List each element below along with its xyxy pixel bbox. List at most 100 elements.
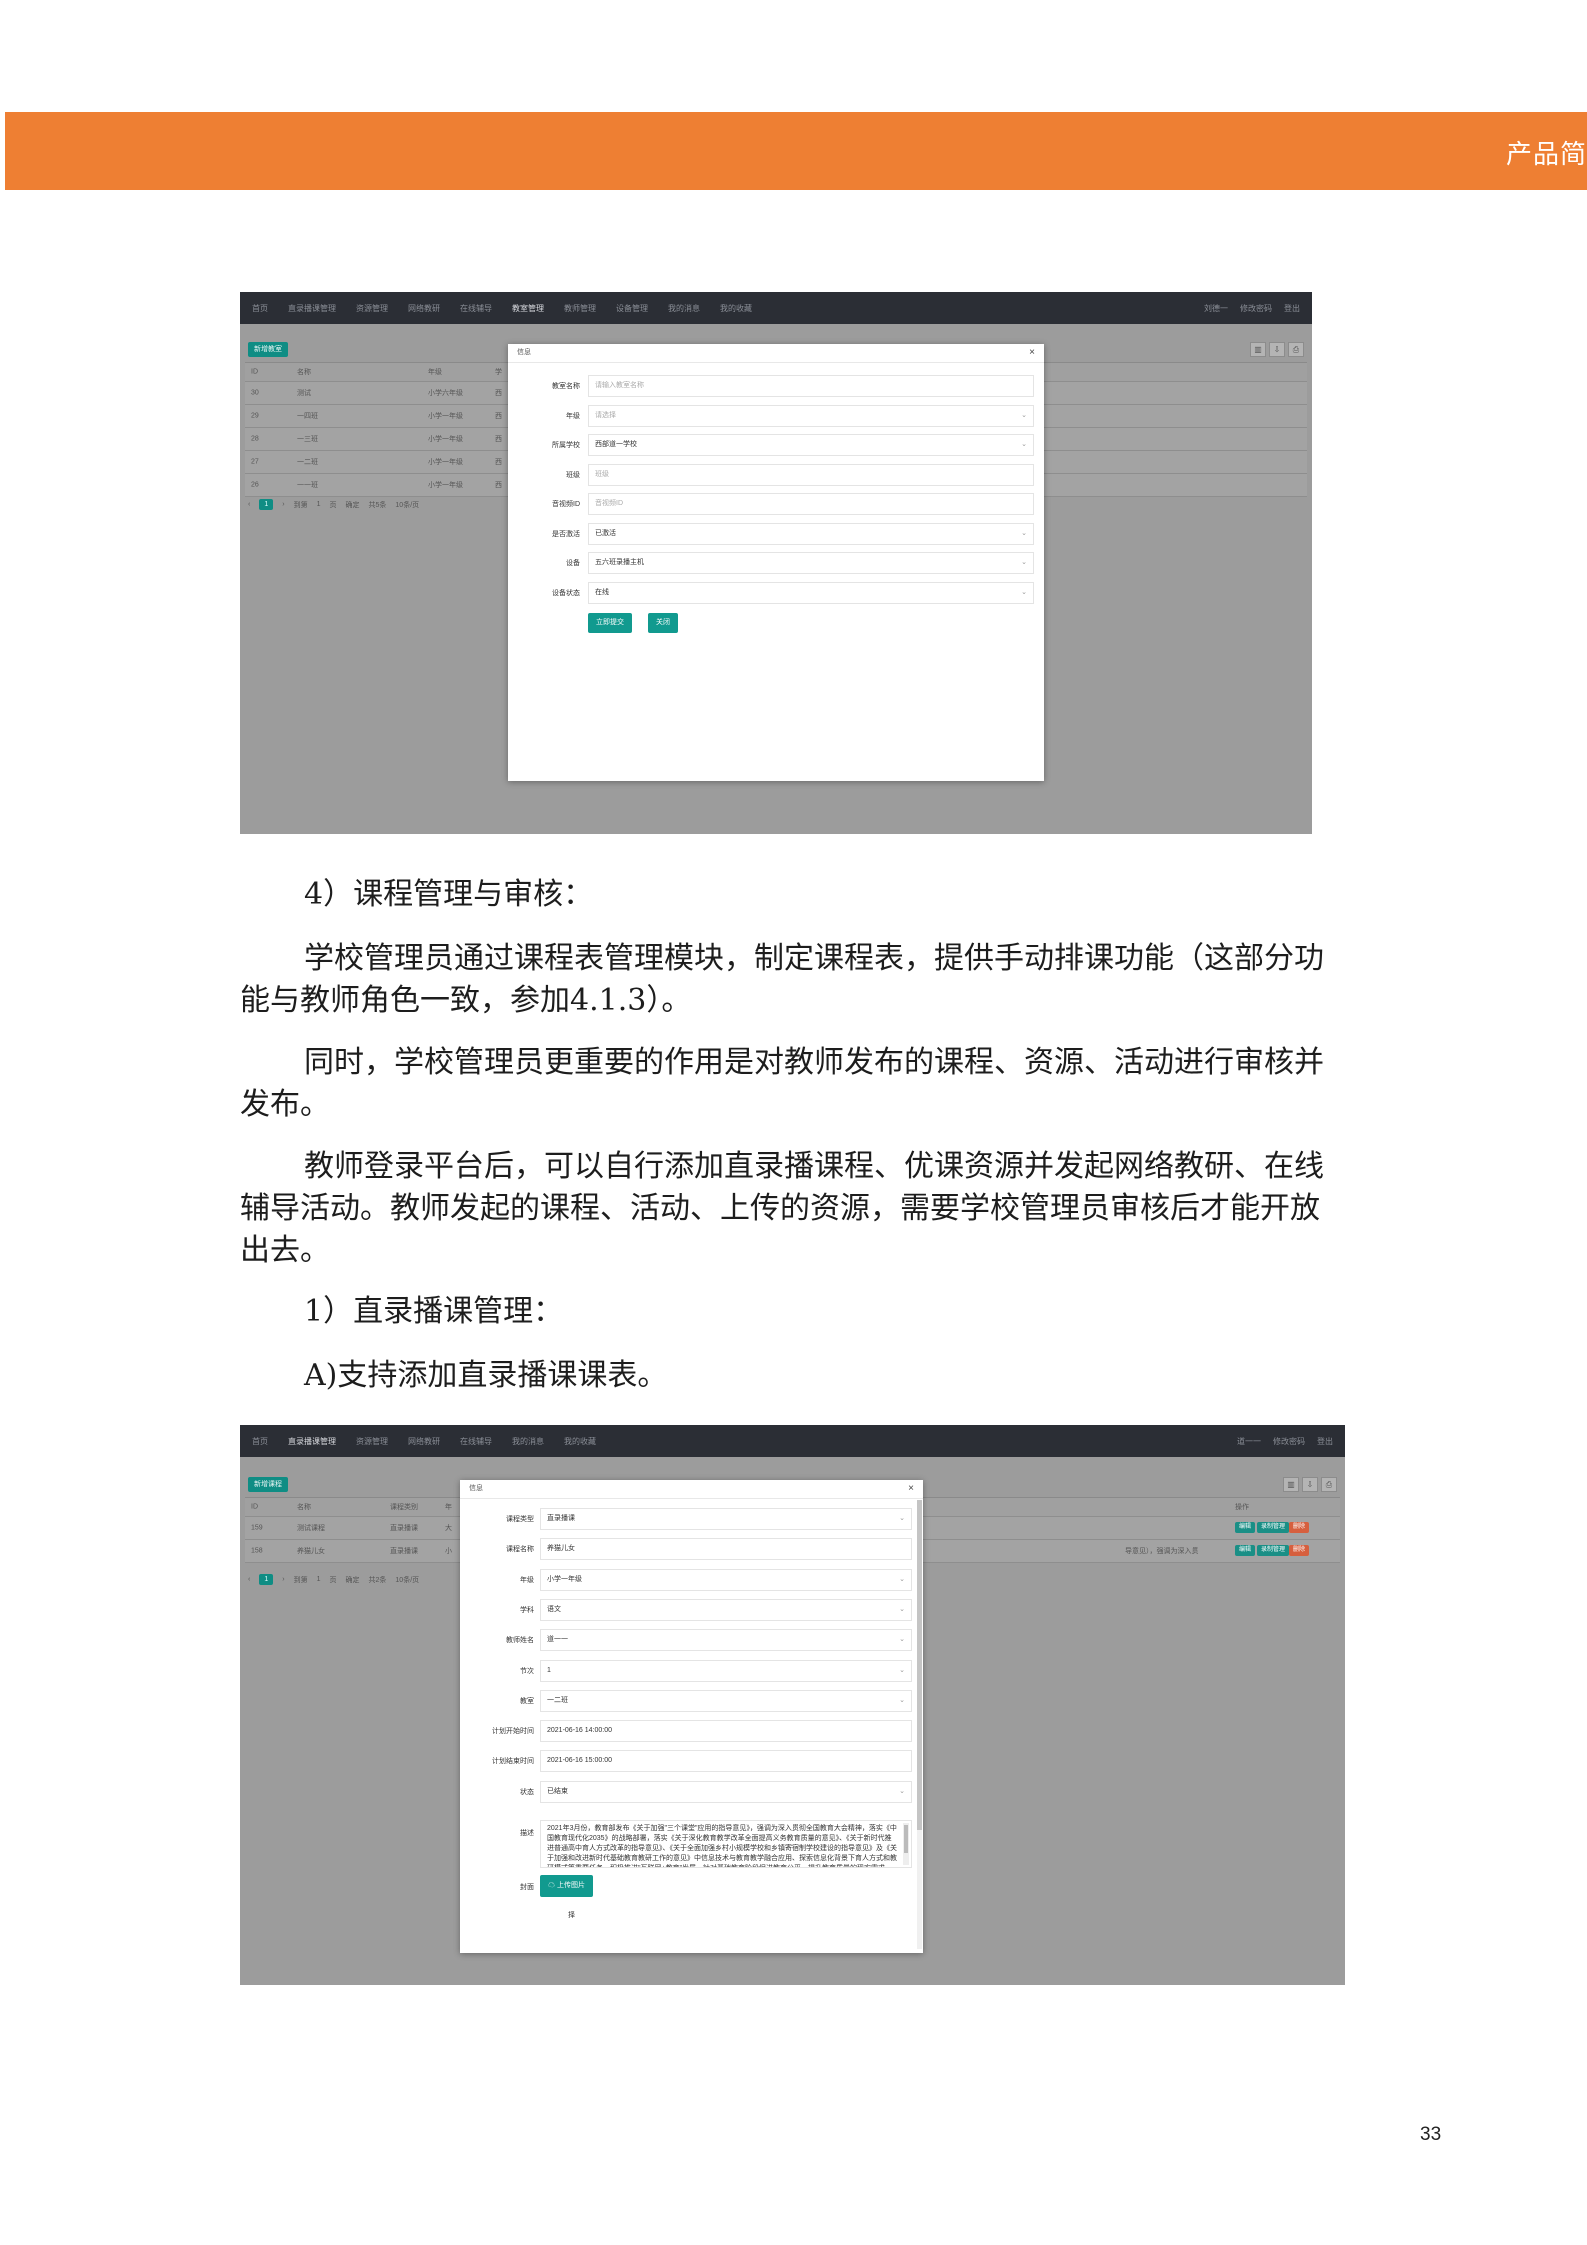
cell-id: 159 bbox=[251, 1524, 263, 1532]
record-manage-button[interactable]: 录制管理 bbox=[1257, 1522, 1290, 1533]
cell-grade: 小学一年级 bbox=[428, 482, 463, 489]
column-header[interactable]: 名称 bbox=[297, 1502, 311, 1512]
delete-button[interactable]: 删除 bbox=[1289, 1522, 1310, 1533]
form-input[interactable]: 音视频ID bbox=[588, 493, 1034, 515]
form-select[interactable]: 请选择 ⌄ bbox=[588, 404, 1034, 427]
form-select[interactable]: 已激活 ⌄ bbox=[588, 522, 1034, 545]
column-header[interactable]: ID bbox=[251, 369, 258, 376]
field-value: 已激活 bbox=[595, 529, 616, 537]
change-password-link[interactable]: 修改密码 bbox=[1273, 1436, 1305, 1447]
export-icon[interactable]: ⇩ bbox=[1269, 342, 1285, 357]
nav-item[interactable]: 我的收藏 bbox=[564, 1436, 596, 1447]
logout-link[interactable]: 登出 bbox=[1317, 1436, 1333, 1447]
prev-page-icon[interactable]: ‹ bbox=[248, 501, 250, 508]
goto-confirm-button[interactable]: 确定 bbox=[346, 1575, 360, 1585]
pagination: ‹ 1 › 到第 1 页 确定 共2条 10条/页 bbox=[248, 1574, 428, 1585]
truncated-field-label: 择 bbox=[568, 1912, 575, 1919]
nav-item[interactable]: 我的消息 bbox=[512, 1436, 544, 1447]
nav-item[interactable]: 资源管理 bbox=[356, 1436, 388, 1447]
upload-label: 上传图片 bbox=[556, 1882, 585, 1889]
edit-button[interactable]: 编辑 bbox=[1235, 1522, 1256, 1533]
column-header[interactable]: 名称 bbox=[297, 367, 311, 377]
form-input[interactable]: 养猫儿女 bbox=[540, 1538, 912, 1561]
print-icon[interactable]: ⎙ bbox=[1288, 342, 1304, 357]
page-current[interactable]: 1 bbox=[259, 1574, 274, 1585]
form-select[interactable]: 一二班 ⌄ bbox=[540, 1689, 912, 1712]
close-button[interactable]: 关闭 bbox=[648, 613, 678, 633]
field-value: 道一一 bbox=[547, 1636, 568, 1644]
add-course-button[interactable]: 新增课程 bbox=[248, 1477, 288, 1492]
form-select[interactable]: 道一一 ⌄ bbox=[540, 1629, 912, 1652]
column-header[interactable]: ID bbox=[251, 1504, 258, 1511]
nav-item[interactable]: 在线辅导 bbox=[460, 303, 492, 314]
cell-id: 28 bbox=[251, 435, 259, 443]
columns-icon[interactable]: ▥ bbox=[1250, 342, 1266, 357]
page-number: 33 bbox=[1420, 2124, 1442, 2145]
form-input[interactable]: 2021-06-16 14:00:00 bbox=[540, 1720, 912, 1743]
submit-button[interactable]: 立即提交 bbox=[588, 613, 632, 633]
form-select[interactable]: 西部道一学校 ⌄ bbox=[588, 434, 1034, 456]
nav-item[interactable]: 首页 bbox=[252, 1436, 268, 1447]
upload-image-button[interactable]: ☁ 上传图片 bbox=[540, 1875, 593, 1897]
page-size-select[interactable]: 10条/页 bbox=[395, 1575, 419, 1585]
goto-confirm-button[interactable]: 确定 bbox=[346, 500, 360, 510]
field-value: 请输入教室名称 bbox=[595, 382, 644, 389]
close-icon[interactable]: × bbox=[1029, 344, 1035, 362]
logout-link[interactable]: 登出 bbox=[1284, 303, 1300, 314]
nav-item[interactable]: 直录播课管理 bbox=[288, 303, 336, 314]
column-header[interactable]: 年级 bbox=[428, 367, 442, 377]
print-icon[interactable]: ⎙ bbox=[1321, 1477, 1337, 1492]
form-select[interactable]: 在线 ⌄ bbox=[588, 581, 1034, 604]
description-textarea[interactable]: 2021年3月份，教育部发布《关于加强"三个课堂"应用的指导意见》，强调为深入贯… bbox=[540, 1820, 912, 1868]
nav-item[interactable]: 首页 bbox=[252, 303, 268, 314]
page-unit: 页 bbox=[329, 1576, 337, 1584]
nav-item[interactable]: 在线辅导 bbox=[460, 1436, 492, 1447]
record-manage-button[interactable]: 录制管理 bbox=[1257, 1545, 1290, 1556]
edit-button[interactable]: 编辑 bbox=[1235, 1545, 1256, 1556]
cell-grade: 小学六年级 bbox=[428, 390, 463, 397]
form-label: 音视频ID bbox=[552, 501, 580, 508]
nav-item[interactable]: 我的消息 bbox=[668, 303, 700, 314]
field-value: 在线 bbox=[595, 588, 609, 596]
next-page-icon[interactable]: › bbox=[282, 501, 284, 508]
change-password-link[interactable]: 修改密码 bbox=[1240, 303, 1272, 314]
form-input[interactable]: 2021-06-16 15:00:00 bbox=[540, 1750, 912, 1773]
nav-item-active[interactable]: 直录播课管理 bbox=[288, 1436, 336, 1447]
cell-grade: 小学一年级 bbox=[428, 436, 463, 443]
form-select[interactable]: 五六班录播主机 ⌄ bbox=[588, 552, 1034, 574]
user-name[interactable]: 道一一 bbox=[1237, 1436, 1261, 1447]
textarea-scrollbar[interactable] bbox=[903, 1823, 909, 1865]
next-page-icon[interactable]: › bbox=[282, 1576, 284, 1583]
form-input[interactable]: 班级 bbox=[588, 463, 1034, 486]
delete-button[interactable]: 删除 bbox=[1289, 1545, 1310, 1556]
chevron-down-icon: ⌄ bbox=[1021, 441, 1027, 448]
form-select[interactable]: 已结束 ⌄ bbox=[540, 1780, 912, 1803]
form-input[interactable]: 请输入教室名称 bbox=[588, 375, 1034, 397]
nav-item[interactable]: 资源管理 bbox=[356, 303, 388, 314]
columns-icon[interactable]: ▥ bbox=[1283, 1477, 1299, 1492]
goto-input[interactable]: 1 bbox=[317, 501, 321, 508]
column-header[interactable]: 课程类别 bbox=[390, 1502, 418, 1512]
form-label: 教室名称 bbox=[552, 383, 580, 390]
nav-item[interactable]: 设备管理 bbox=[616, 303, 648, 314]
form-select[interactable]: 直录播课 ⌄ bbox=[540, 1508, 912, 1530]
goto-input[interactable]: 1 bbox=[317, 1576, 321, 1583]
page-size-select[interactable]: 10条/页 bbox=[395, 500, 419, 510]
form-select[interactable]: 小学一年级 ⌄ bbox=[540, 1568, 912, 1591]
nav-item[interactable]: 我的收藏 bbox=[720, 303, 752, 314]
nav-item-active[interactable]: 教室管理 bbox=[512, 303, 544, 314]
user-name[interactable]: 刘德一 bbox=[1204, 303, 1228, 314]
nav-item[interactable]: 网络教研 bbox=[408, 303, 440, 314]
chevron-down-icon: ⌄ bbox=[899, 1787, 905, 1795]
nav-item[interactable]: 网络教研 bbox=[408, 1436, 440, 1447]
form-row: 课程类型 直录播课 ⌄ bbox=[460, 1508, 923, 1530]
form-select[interactable]: 1 ⌄ bbox=[540, 1659, 912, 1682]
export-icon[interactable]: ⇩ bbox=[1302, 1477, 1318, 1492]
modal-scrollbar[interactable] bbox=[917, 1500, 922, 1949]
form-select[interactable]: 语文 ⌄ bbox=[540, 1598, 912, 1621]
page-current[interactable]: 1 bbox=[259, 499, 274, 510]
close-icon[interactable]: × bbox=[908, 1480, 914, 1498]
nav-item[interactable]: 教师管理 bbox=[564, 303, 596, 314]
prev-page-icon[interactable]: ‹ bbox=[248, 1576, 250, 1583]
add-classroom-button[interactable]: 新增教室 bbox=[248, 342, 288, 357]
